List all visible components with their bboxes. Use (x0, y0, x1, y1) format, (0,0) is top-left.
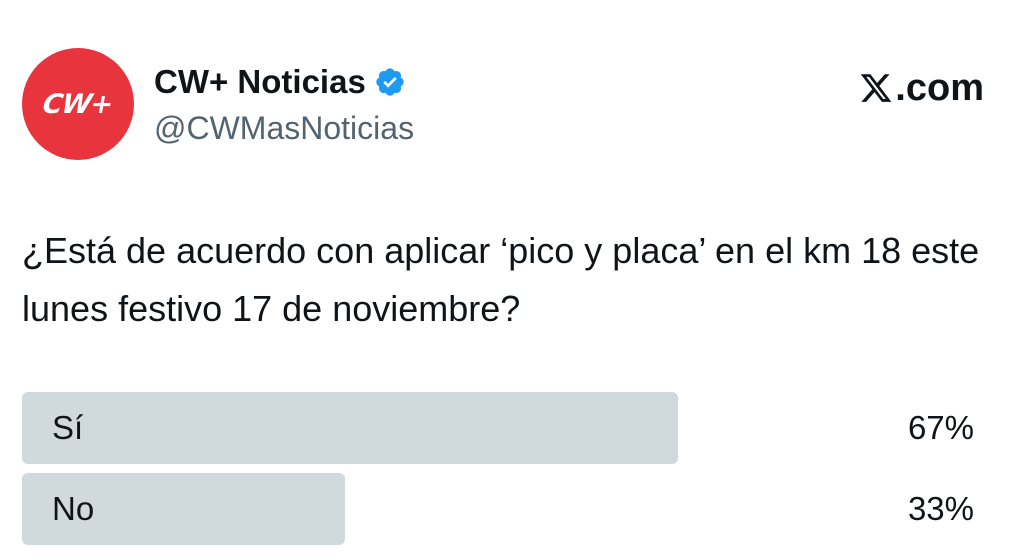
poll-question: ¿Está de acuerdo con aplicar ‘pico y pla… (22, 230, 980, 329)
poll: Sí 67% No 33% (22, 392, 980, 554)
site-domain-text: .com (895, 66, 984, 109)
poll-result-bar (22, 392, 678, 464)
avatar-logo-text: CW+ (40, 88, 116, 120)
poll-option-label: No (52, 490, 95, 527)
poll-option-si[interactable]: Sí 67% (22, 392, 980, 464)
post-header: CW+ CW+ Noticias @CWMasNoticias .com (0, 0, 1024, 180)
poll-option-percent: 67% (907, 409, 974, 446)
display-name[interactable]: CW+ Noticias (154, 63, 366, 101)
account-handle[interactable]: @CWMasNoticias (154, 110, 414, 147)
verified-badge-icon (374, 66, 406, 98)
poll-option-label: Sí (52, 409, 84, 446)
avatar[interactable]: CW+ (22, 48, 134, 160)
x-logo-icon (859, 71, 893, 105)
poll-option-no[interactable]: No 33% (22, 473, 980, 545)
site-watermark: .com (859, 66, 984, 110)
poll-option-percent: 33% (907, 490, 974, 527)
name-row: CW+ Noticias (154, 62, 406, 102)
